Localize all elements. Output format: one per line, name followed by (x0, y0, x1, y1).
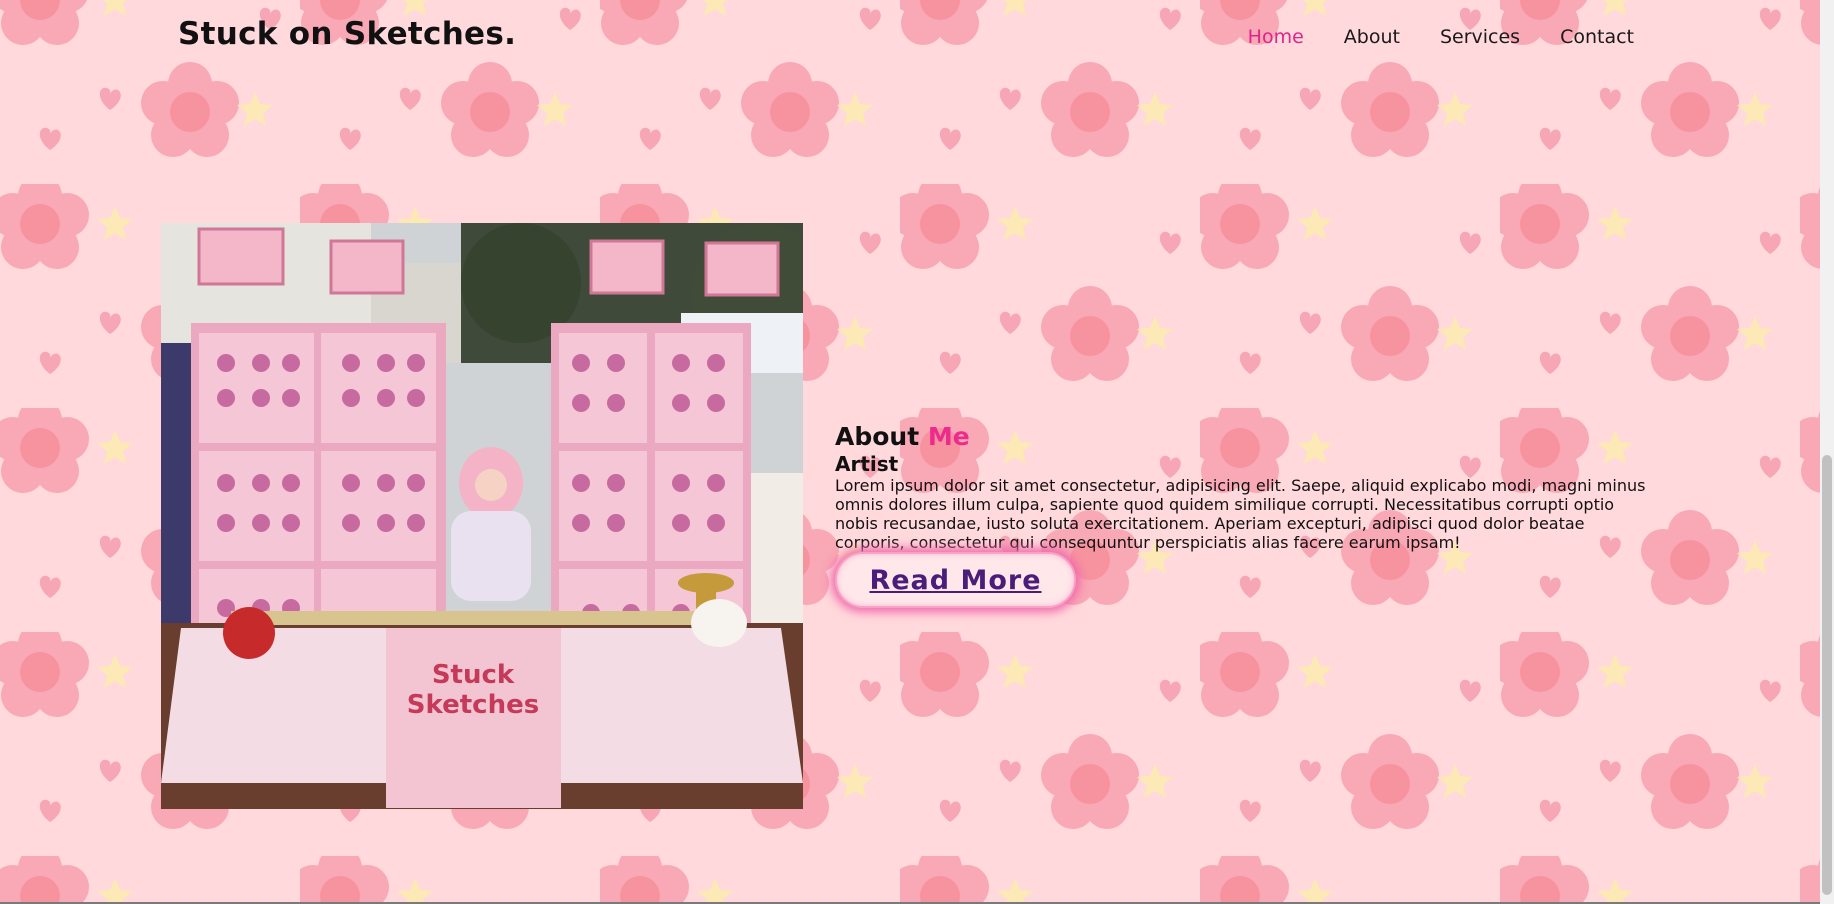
about-heading-accent: Me (927, 422, 970, 451)
sticker-booth-photo: Stuck Sketches (161, 223, 803, 809)
page-scrollbar[interactable] (1820, 0, 1834, 904)
nav-services[interactable]: Services (1440, 26, 1520, 48)
scrollbar-thumb[interactable] (1822, 455, 1832, 895)
site-logo[interactable]: Stuck on Sketches. (178, 16, 516, 52)
read-more-button[interactable]: Read More (835, 552, 1076, 608)
about-heading-main: About (835, 422, 920, 451)
about-heading: About Me (835, 422, 1655, 452)
main-nav: Home About Services Contact (1248, 26, 1634, 48)
about-body-text: Lorem ipsum dolor sit amet consectetur, … (835, 476, 1646, 552)
about-section: About Me Artist Lorem ipsum dolor sit am… (835, 422, 1655, 552)
site-header: Stuck on Sketches. Home About Services C… (0, 0, 1834, 78)
nav-home[interactable]: Home (1248, 26, 1304, 48)
about-subtitle: Artist (835, 452, 899, 476)
read-more-label: Read More (869, 564, 1042, 596)
banner-text: Stuck (432, 660, 515, 690)
svg-text:Sketches: Sketches (407, 690, 539, 720)
nav-contact[interactable]: Contact (1560, 26, 1634, 48)
nav-about[interactable]: About (1344, 26, 1400, 48)
